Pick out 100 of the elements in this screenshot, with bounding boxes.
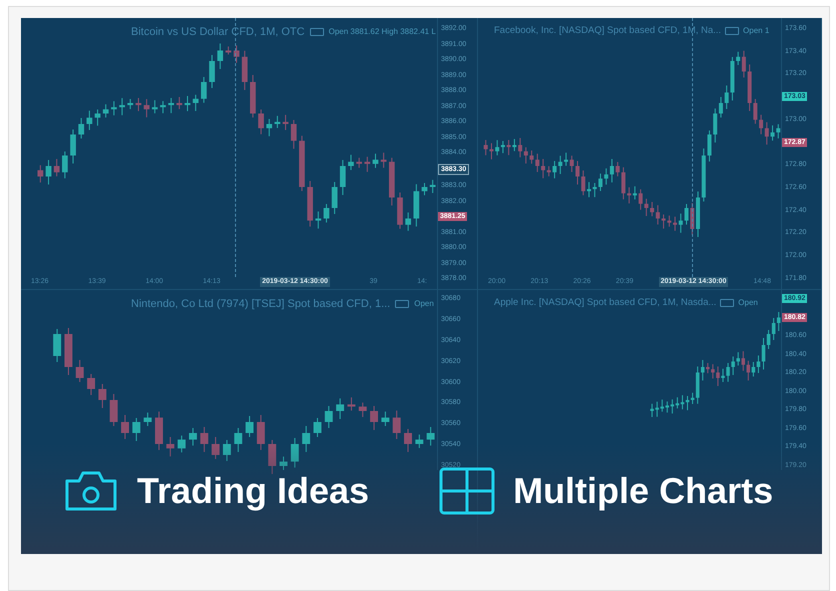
- candlestick: [234, 428, 242, 452]
- settings-icon[interactable]: [395, 300, 410, 308]
- candlestick: [87, 374, 96, 396]
- candlestick: [340, 160, 346, 196]
- chart-title: Apple Inc. [NASDAQ] Spot based CFD, 1M, Nasda...: [494, 296, 716, 310]
- candlestick: [282, 114, 288, 130]
- settings-icon[interactable]: [720, 299, 734, 308]
- candlestick: [426, 426, 435, 446]
- candlestick: [226, 46, 232, 55]
- candlestick: [348, 154, 354, 170]
- candlestick: [307, 180, 313, 228]
- candlestick: [76, 360, 84, 382]
- candlestick: [209, 54, 215, 88]
- candlestick: [302, 426, 310, 452]
- candlestick: [144, 412, 152, 426]
- candlestick: [684, 204, 688, 226]
- candlestick: [266, 118, 272, 137]
- candlestick: [110, 394, 118, 426]
- candlestick: [324, 406, 333, 428]
- feature-label: Multiple Charts: [513, 469, 774, 513]
- candlestick: [166, 436, 174, 457]
- candlestick: [168, 98, 174, 114]
- candlestick: [176, 96, 182, 110]
- candlestick: [356, 157, 362, 168]
- candlestick: [405, 212, 412, 232]
- candlestick: [258, 109, 264, 135]
- candlestick: [222, 440, 231, 462]
- candlestick: [422, 182, 428, 196]
- candlestick: [404, 428, 412, 452]
- candlestick: [415, 434, 424, 448]
- candlestick: [127, 98, 134, 110]
- candlestick: [358, 402, 367, 418]
- candlestick: [212, 436, 220, 460]
- candlestick: [54, 158, 60, 177]
- grid-icon: [439, 467, 496, 515]
- candlestick: [388, 157, 395, 206]
- candlestick: [290, 120, 297, 150]
- candlestick: [119, 98, 125, 116]
- candlestick: [315, 211, 322, 230]
- candlestick: [189, 428, 197, 446]
- candlestick: [372, 153, 378, 168]
- candlestick: [184, 96, 190, 112]
- candlestick: [256, 414, 265, 450]
- candlestick: [430, 179, 436, 194]
- candlestick: [324, 204, 330, 223]
- settings-icon[interactable]: [310, 28, 324, 36]
- candlestick: [336, 398, 344, 420]
- chart-title: Facebook, Inc. [NASDAQ] Spot based CFD, 1M, Na...: [494, 24, 722, 38]
- candlestick: [111, 100, 117, 116]
- candlestick: [121, 414, 129, 440]
- candlestick: [132, 418, 140, 442]
- candlestick: [250, 74, 256, 118]
- candlestick: [78, 118, 84, 139]
- candlestick: [200, 76, 207, 104]
- candlestick: [234, 45, 240, 64]
- chart-title: Bitcoin vs US Dollar CFD, 1M, OTC: [131, 25, 305, 40]
- candlestick: [364, 156, 370, 172]
- candlestick: [38, 164, 44, 183]
- candlestick: [136, 98, 142, 112]
- candlestick: [370, 406, 378, 430]
- candlestick: [347, 396, 356, 412]
- ohlc-legend: Open: [738, 297, 758, 310]
- candlestick: [280, 456, 288, 470]
- candlestick: [192, 94, 199, 112]
- candlestick: [178, 435, 186, 453]
- candlestick: [381, 411, 390, 426]
- candlestick: [62, 151, 68, 179]
- settings-icon[interactable]: [725, 27, 740, 36]
- feature-label: Trading Ideas: [137, 469, 370, 513]
- candlestick: [332, 182, 338, 214]
- candlestick: [380, 152, 386, 168]
- candlestick: [397, 192, 403, 230]
- camera-icon: [63, 469, 119, 513]
- ohlc-legend: Open 1: [743, 25, 770, 38]
- candlestick: [392, 410, 401, 440]
- candlestick: [94, 109, 100, 126]
- candlestick: [53, 328, 62, 362]
- candlestick: [98, 384, 106, 408]
- candlestick: [70, 129, 76, 164]
- candlestick: [242, 50, 248, 90]
- candlestick: [152, 100, 158, 114]
- candlestick: [144, 98, 150, 118]
- candlestick: [200, 426, 208, 452]
- candlestick: [314, 418, 322, 438]
- candlestick: [217, 43, 224, 70]
- candlestick: [246, 416, 254, 438]
- candlestick: [413, 184, 420, 227]
- chart-title: Nintendo, Co Ltd (7974) [TSEJ] Spot based CFD, 1...: [131, 297, 390, 312]
- ohlc-legend: Open: [414, 298, 434, 310]
- ohlc-legend: Open 3881.62 High 3882.41 L: [328, 26, 436, 38]
- candlestick: [155, 411, 163, 450]
- candlestick: [268, 440, 276, 474]
- candlestick: [160, 100, 166, 114]
- candlestick: [64, 328, 72, 376]
- candlestick: [274, 115, 280, 128]
- candlestick: [290, 438, 299, 468]
- candlestick: [102, 104, 109, 118]
- candlestick: [46, 160, 52, 185]
- candlestick: [299, 135, 305, 192]
- candlestick: [86, 110, 92, 130]
